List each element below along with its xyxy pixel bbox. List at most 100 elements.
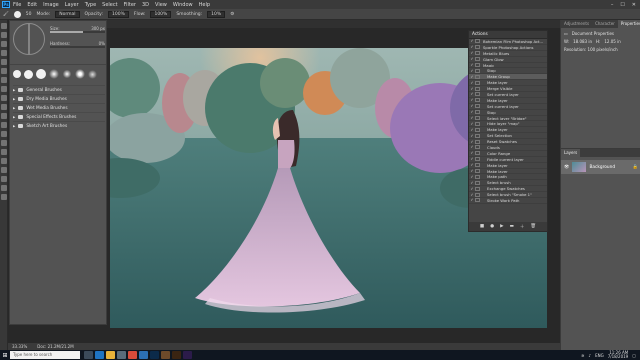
eyedropper-tool-icon[interactable]: [1, 68, 7, 74]
menu-3d[interactable]: 3D: [142, 2, 149, 8]
document-tab-bar[interactable]: [107, 20, 560, 28]
stop-recording-icon[interactable]: ■: [480, 224, 484, 229]
hardness-value[interactable]: 0%: [99, 41, 105, 46]
action-dialog-toggle[interactable]: [475, 198, 480, 203]
task-view-icon[interactable]: [84, 351, 93, 359]
action-dialog-toggle[interactable]: [475, 68, 480, 73]
pen-tool-icon[interactable]: [1, 149, 7, 155]
action-dialog-toggle[interactable]: [475, 174, 480, 179]
healing-tool-icon[interactable]: [1, 77, 7, 83]
hand-tool-icon[interactable]: [1, 185, 7, 191]
maximize-icon[interactable]: ☐: [620, 2, 624, 8]
delete-icon[interactable]: 🗑: [530, 224, 536, 229]
close-icon[interactable]: ✕: [632, 2, 636, 8]
eye-icon[interactable]: 👁: [564, 165, 569, 170]
action-dialog-toggle[interactable]: [475, 116, 480, 121]
settings-gear-icon[interactable]: ⚙: [230, 12, 234, 17]
actions-panel-title[interactable]: Actions: [469, 31, 547, 39]
clock[interactable]: 11:26 AM 7/18/2019: [608, 350, 629, 360]
path-select-tool-icon[interactable]: [1, 167, 7, 173]
language-indicator[interactable]: ENG: [595, 353, 604, 358]
action-dialog-toggle[interactable]: [475, 86, 480, 91]
eraser-tool-icon[interactable]: [1, 113, 7, 119]
dodge-tool-icon[interactable]: [1, 140, 7, 146]
notification-icon[interactable]: ▢: [632, 353, 636, 358]
tab-properties[interactable]: Properties: [617, 20, 640, 28]
shape-tool-icon[interactable]: [1, 176, 7, 182]
smoothing-field[interactable]: 10%: [207, 10, 226, 18]
size-slider[interactable]: [50, 31, 105, 33]
photoshop-icon[interactable]: [150, 351, 159, 359]
brush-tip-soft-3[interactable]: [75, 69, 85, 79]
new-set-icon[interactable]: ▬: [510, 224, 514, 229]
action-dialog-toggle[interactable]: [475, 80, 480, 85]
bridge-icon[interactable]: [161, 351, 170, 359]
action-dialog-toggle[interactable]: [475, 163, 480, 168]
menu-help[interactable]: Help: [199, 2, 210, 8]
menu-file[interactable]: File: [13, 2, 21, 8]
action-dialog-toggle[interactable]: [475, 180, 480, 185]
zoom-level[interactable]: 33.33%: [12, 343, 27, 350]
windows-start-icon[interactable]: ⊞: [0, 350, 10, 360]
brush-tip-3[interactable]: [36, 69, 46, 79]
premiere-icon[interactable]: [183, 351, 192, 359]
history-brush-icon[interactable]: [1, 104, 7, 110]
record-icon[interactable]: ●: [490, 224, 494, 229]
width-value[interactable]: 18.083 in: [573, 39, 592, 44]
menu-edit[interactable]: Edit: [27, 2, 37, 8]
volume-icon[interactable]: ♪: [589, 353, 592, 358]
action-dialog-toggle[interactable]: [475, 57, 480, 62]
layer-background[interactable]: 👁 Background 🔒: [561, 160, 640, 174]
action-dialog-toggle[interactable]: [475, 92, 480, 97]
menu-layer[interactable]: Layer: [65, 2, 79, 8]
gradient-tool-icon[interactable]: [1, 122, 7, 128]
zoom-tool-icon[interactable]: [1, 194, 7, 200]
edge-icon[interactable]: [95, 351, 104, 359]
action-dialog-toggle[interactable]: [475, 145, 480, 150]
action-row[interactable]: ✓ Stroke Work Path: [469, 198, 547, 204]
folder-special-effects-brushes[interactable]: ▶ Special Effects Brushes: [13, 112, 105, 121]
menu-type[interactable]: Type: [85, 2, 96, 8]
brush-tip-soft-4[interactable]: [88, 69, 97, 79]
menu-image[interactable]: Image: [43, 2, 59, 8]
size-value[interactable]: 300 px: [91, 26, 105, 31]
action-dialog-toggle[interactable]: [475, 169, 480, 174]
chrome-icon[interactable]: [128, 351, 137, 359]
network-icon[interactable]: ≋: [581, 353, 584, 358]
action-dialog-toggle[interactable]: [475, 186, 480, 191]
marquee-tool-icon[interactable]: [1, 32, 7, 38]
folder-general-brushes[interactable]: ▶ General Brushes: [13, 85, 105, 94]
height-value[interactable]: 12.05 in: [604, 39, 620, 44]
action-dialog-toggle[interactable]: [475, 133, 480, 138]
tab-character[interactable]: Character: [592, 20, 618, 28]
action-dialog-toggle[interactable]: [475, 45, 480, 50]
play-icon[interactable]: ▶: [500, 224, 503, 229]
brush-tip-1[interactable]: [13, 70, 21, 78]
minimize-icon[interactable]: –: [611, 2, 614, 8]
new-action-icon[interactable]: ＋: [520, 224, 525, 230]
brush-angle-preview[interactable]: [13, 23, 45, 55]
menu-filter[interactable]: Filter: [124, 2, 136, 8]
mail-icon[interactable]: [139, 351, 148, 359]
menu-select[interactable]: Select: [102, 2, 117, 8]
menu-view[interactable]: View: [155, 2, 167, 8]
brush-tool-icon[interactable]: [1, 86, 7, 92]
brush-tool-icon[interactable]: 🖌: [3, 12, 9, 17]
action-dialog-toggle[interactable]: [475, 63, 480, 67]
folder-sketch-art-brushes[interactable]: ▶ Sketch Art Brushes: [13, 121, 105, 130]
mode-select[interactable]: Normal: [55, 10, 80, 18]
flow-field[interactable]: 100%: [150, 10, 172, 18]
action-dialog-toggle[interactable]: [475, 98, 480, 103]
type-tool-icon[interactable]: [1, 158, 7, 164]
action-dialog-toggle[interactable]: [475, 127, 480, 132]
action-dialog-toggle[interactable]: [475, 110, 480, 115]
explorer-icon[interactable]: [106, 351, 115, 359]
action-dialog-toggle[interactable]: [475, 51, 480, 56]
action-dialog-toggle[interactable]: [475, 157, 480, 162]
illustrator-icon[interactable]: [172, 351, 181, 359]
action-dialog-toggle[interactable]: [475, 39, 480, 44]
action-dialog-toggle[interactable]: [475, 74, 480, 79]
taskbar-search-input[interactable]: Type here to search: [10, 351, 80, 359]
action-dialog-toggle[interactable]: [475, 151, 480, 156]
quick-select-tool-icon[interactable]: [1, 50, 7, 56]
